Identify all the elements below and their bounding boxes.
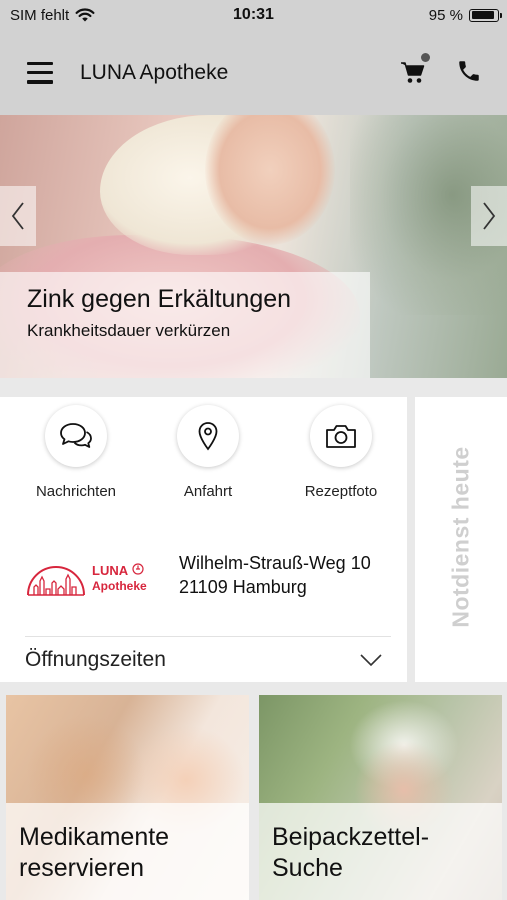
page-title: LUNA Apotheke — [80, 60, 229, 84]
phone-button[interactable] — [456, 58, 482, 84]
address-street: Wilhelm-Strauß-Weg 10 — [179, 553, 371, 573]
messages-button[interactable]: Nachrichten — [11, 405, 141, 500]
logo-sub: Apotheke — [92, 579, 147, 593]
hero-subtitle: Krankheitsdauer verkürzen — [27, 321, 231, 340]
leaflet-search-tile[interactable]: Beipackzettel- Suche — [259, 695, 502, 900]
chat-icon — [60, 423, 92, 448]
opening-hours-label: Öffnungszeiten — [25, 648, 166, 671]
battery-icon — [469, 8, 502, 22]
messages-label: Nachrichten — [35, 483, 117, 500]
directions-button[interactable]: Anfahrt — [143, 405, 273, 500]
chevron-right-icon — [483, 202, 496, 230]
prescription-photo-label: Rezeptfoto — [304, 483, 378, 500]
location-pin-icon — [198, 422, 218, 451]
carrier-text: SIM fehlt — [10, 6, 70, 24]
emergency-service-panel[interactable]: Notdienst heute — [415, 397, 507, 682]
chevron-left-icon — [11, 202, 24, 230]
carousel-prev-button[interactable] — [0, 186, 36, 246]
opening-hours-toggle[interactable]: Öffnungszeiten — [0, 637, 407, 682]
status-left: SIM fehlt — [0, 7, 95, 24]
emergency-service-label: Notdienst heute — [447, 446, 474, 628]
phone-icon — [459, 61, 479, 81]
cart-icon — [401, 62, 425, 83]
messages-circle — [45, 405, 107, 467]
cart-button[interactable] — [399, 53, 430, 86]
prescription-photo-circle — [310, 405, 372, 467]
hero-title: Zink gegen Erkältungen — [27, 285, 292, 313]
leaflet-search-label: Beipackzettel- Suche — [272, 823, 430, 882]
logo-name: LUNA — [92, 563, 129, 578]
address-city: 21109 Hamburg — [179, 577, 307, 597]
wifi-icon — [75, 8, 95, 22]
status-bar: SIM fehlt 10:31 95 % — [0, 0, 507, 30]
nav-bar: LUNA Apotheke — [0, 30, 507, 115]
pharmacy-address: Wilhelm-Strauß-Weg 10 21109 Hamburg — [179, 551, 371, 599]
reserve-medication-label: Medikamente reservieren — [19, 823, 170, 882]
menu-icon[interactable] — [27, 61, 53, 84]
pharmacy-logo: LUNA Apotheke — [24, 551, 154, 601]
carousel-next-button[interactable] — [471, 186, 507, 246]
directions-circle — [177, 405, 239, 467]
prescription-photo-button[interactable]: Rezeptfoto — [276, 405, 406, 500]
chevron-down-icon — [360, 654, 382, 667]
battery-level — [471, 11, 495, 19]
battery-percent: 95 % — [428, 6, 463, 24]
cart-badge — [421, 53, 430, 62]
hero-banner[interactable]: Zink gegen Erkältungen Krankheitsdauer v… — [0, 115, 507, 378]
directions-label: Anfahrt — [183, 483, 233, 500]
reserve-medication-tile[interactable]: Medikamente reservieren — [6, 695, 249, 900]
status-right: 95 % — [429, 7, 507, 24]
moon-icon — [132, 563, 144, 575]
camera-icon — [326, 425, 356, 448]
pharmacy-info-card: Nachrichten Anfahrt Rezeptfoto LUNA Apot… — [0, 397, 407, 682]
luna-logo-icon — [27, 566, 85, 596]
